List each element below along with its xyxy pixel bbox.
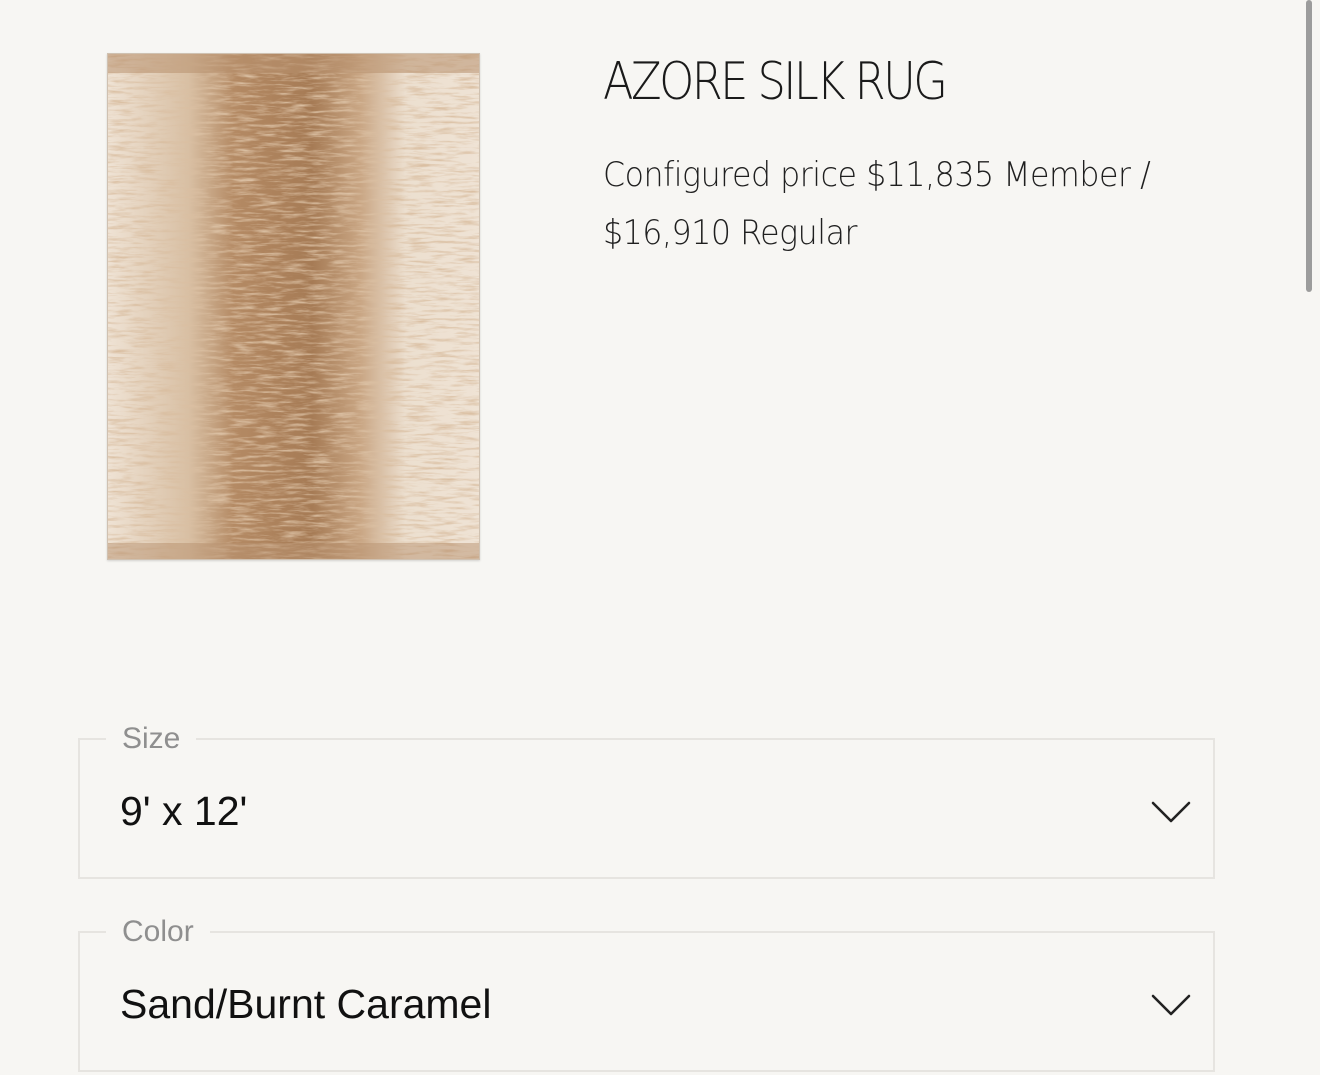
- color-select[interactable]: Color Sand/Burnt Caramel: [78, 913, 1215, 1072]
- rug-image: [107, 53, 480, 560]
- color-label: Color: [106, 913, 210, 951]
- color-value: Sand/Burnt Caramel: [120, 981, 492, 1027]
- size-select[interactable]: Size 9' x 12': [78, 720, 1215, 879]
- product-page: AZORE SILK RUG Configured price $11,835 …: [0, 0, 1320, 1075]
- scrollbar-thumb[interactable]: [1306, 0, 1312, 292]
- price-regular: $16,910 Regular: [603, 213, 858, 253]
- product-title: AZORE SILK RUG: [603, 52, 948, 112]
- product-image[interactable]: [107, 53, 480, 560]
- size-value: 9' x 12': [120, 788, 248, 834]
- size-label: Size: [106, 720, 197, 758]
- chevron-down-icon[interactable]: [1151, 993, 1191, 1017]
- price-block: Configured price $11,835 Member / $16,91…: [603, 146, 1223, 262]
- price-member: Configured price $11,835 Member /: [603, 155, 1151, 195]
- chevron-down-icon[interactable]: [1151, 800, 1191, 824]
- scrollbar[interactable]: [1300, 0, 1320, 1075]
